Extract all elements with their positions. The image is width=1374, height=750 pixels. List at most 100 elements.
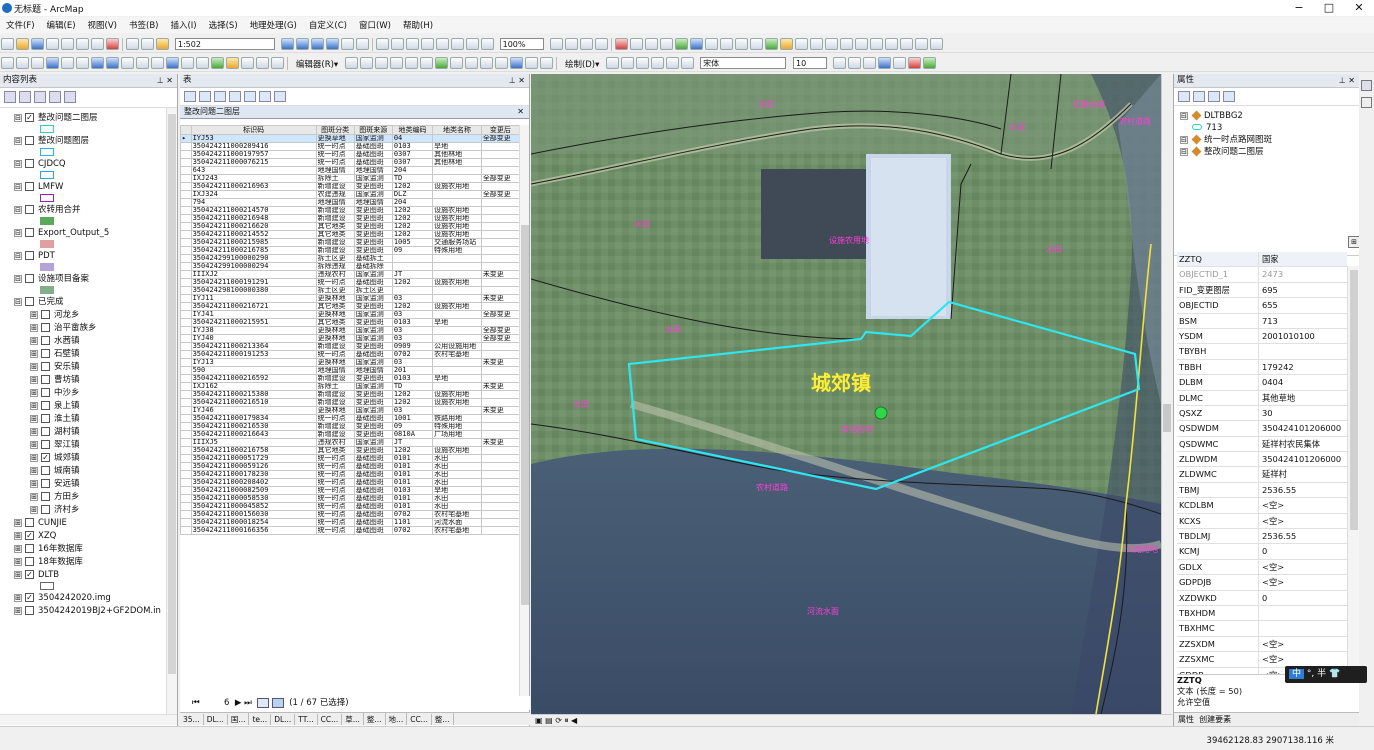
- toc-town-row[interactable]: ⊞ 济村乡: [30, 504, 80, 516]
- row-selector[interactable]: [180, 510, 192, 519]
- table-cell[interactable]: 国家监测: [353, 310, 393, 319]
- table-cell[interactable]: 变更图斑: [353, 222, 393, 231]
- table-cell[interactable]: IIIXJ2: [190, 270, 317, 279]
- table-cell[interactable]: [480, 446, 520, 455]
- table-cell[interactable]: 统一时点: [315, 470, 355, 479]
- expand-toggle-icon[interactable]: ⊞: [30, 479, 38, 488]
- expand-toggle-icon[interactable]: ⊞: [30, 362, 38, 371]
- table-cell[interactable]: 变更图斑: [353, 182, 393, 191]
- property-value[interactable]: <空>: [1259, 652, 1347, 666]
- table-cell[interactable]: 350424211000213364: [190, 342, 317, 351]
- property-value[interactable]: 655: [1259, 298, 1347, 312]
- table-cell[interactable]: 旱地: [432, 486, 482, 495]
- menu-bookmarks[interactable]: 书签(B): [123, 17, 164, 33]
- table-cell[interactable]: 设施农用地: [432, 206, 482, 215]
- identify-icon[interactable]: [166, 57, 179, 69]
- table-cell[interactable]: [432, 358, 482, 367]
- table-cell[interactable]: [480, 278, 520, 287]
- table-row[interactable]: 350424211000051729 统一时点 基础图斑 0101 水田: [180, 454, 520, 463]
- table-cell[interactable]: 0702: [391, 526, 434, 535]
- table-cell[interactable]: 基础图斑: [353, 150, 393, 159]
- table-cell[interactable]: 统一时点: [315, 526, 355, 535]
- table-cell[interactable]: 河流水面: [432, 518, 482, 527]
- table-cell[interactable]: 更换林地: [315, 310, 355, 319]
- toc-layer-row[interactable]: ⊟ 已完成: [14, 296, 64, 308]
- row-selector[interactable]: [180, 390, 192, 399]
- table-cell[interactable]: 1202: [391, 222, 434, 231]
- expand-toggle-icon[interactable]: ⊟: [14, 113, 22, 122]
- table-cell[interactable]: 0810A: [391, 430, 434, 439]
- property-value[interactable]: 2473: [1259, 267, 1347, 281]
- table-row[interactable]: IXJ162 拆除土 国家监测 TD 未变更: [180, 382, 520, 391]
- property-value[interactable]: 延祥村农民集体: [1259, 437, 1347, 451]
- editor-menu[interactable]: 编辑器(R)▾: [296, 58, 338, 70]
- property-value[interactable]: <空>: [1259, 637, 1347, 651]
- toc-town-row[interactable]: ⊞ 治平畲族乡: [30, 322, 97, 334]
- table-cell[interactable]: 0103: [391, 318, 434, 327]
- marker-color-icon[interactable]: [922, 57, 936, 69]
- measure-icon[interactable]: [196, 57, 209, 69]
- select-by-attributes-icon[interactable]: [214, 91, 226, 102]
- table-cell[interactable]: 设施农用地: [432, 222, 482, 231]
- table-cell[interactable]: 0909: [391, 342, 434, 351]
- expand-toggle-icon[interactable]: ⊞: [30, 440, 38, 449]
- table-cell[interactable]: 新增建设: [315, 422, 355, 431]
- map-vertical-scrollbar[interactable]: [1161, 74, 1172, 714]
- table-cell[interactable]: IYJ40: [190, 334, 317, 343]
- feature-tree-node[interactable]: 713: [1192, 122, 1222, 134]
- table-cell[interactable]: 350424211000216758: [190, 446, 317, 455]
- table-layer-tab[interactable]: 整改问题二图层 ✕: [180, 106, 529, 119]
- table-cell[interactable]: 350424211000178230: [190, 470, 317, 479]
- table-cell[interactable]: 变更图斑: [353, 342, 393, 351]
- table-cell[interactable]: 违规农村: [315, 270, 355, 279]
- property-row[interactable]: YSDM 2001010100: [1177, 328, 1347, 345]
- menu-edit[interactable]: 编辑(E): [41, 17, 82, 33]
- table-tab[interactable]: 整...: [432, 713, 454, 725]
- sort-alphabetical-icon[interactable]: [1193, 91, 1205, 102]
- layer-symbol-icon[interactable]: [40, 286, 54, 294]
- table-cell[interactable]: 基础图斑: [353, 518, 393, 527]
- table-cell[interactable]: 统一时点: [315, 494, 355, 503]
- hyperlink-icon[interactable]: [226, 57, 239, 69]
- zoom-out-icon[interactable]: [16, 57, 29, 69]
- table-cell[interactable]: 1202: [391, 182, 434, 191]
- table-cell[interactable]: 基础图斑: [353, 158, 393, 167]
- ime-chinese-mode[interactable]: 中: [1289, 669, 1305, 679]
- menu-geoprocessing[interactable]: 地理处理(G): [244, 17, 303, 33]
- table-tab[interactable]: 地...: [386, 713, 408, 725]
- toc-town-row[interactable]: ⊞ 城南镇: [30, 465, 80, 477]
- expand-toggle-icon[interactable]: ⊞: [30, 414, 38, 423]
- toc-layer-row[interactable]: ⊞ CUNJIE: [14, 517, 67, 529]
- table-cell[interactable]: 350424211000045852: [190, 502, 317, 511]
- table-cell[interactable]: 变更图斑: [353, 238, 393, 247]
- layer-symbol-icon[interactable]: [40, 171, 54, 179]
- table-cell[interactable]: [432, 294, 482, 303]
- property-value[interactable]: 713: [1259, 314, 1347, 328]
- toc-layer-row[interactable]: ⊟ ✓ 整改问题二图层: [14, 112, 98, 124]
- table-tab[interactable]: 国...: [228, 713, 250, 725]
- row-selector[interactable]: [180, 406, 192, 415]
- table-cell[interactable]: 新增建设: [315, 246, 355, 255]
- toc-town-row[interactable]: ⊞ 中沙乡: [30, 387, 80, 399]
- table-cell[interactable]: 201: [391, 366, 434, 375]
- toc-town-row[interactable]: ⊞ 曹坊镇: [30, 374, 80, 386]
- table-cell[interactable]: 350424211000216785: [190, 246, 317, 255]
- row-selector[interactable]: [180, 174, 192, 183]
- table-tab[interactable]: 35...: [180, 714, 204, 725]
- table-cell[interactable]: 1001: [391, 414, 434, 423]
- table-row[interactable]: 350424211000082509 统一时点 基础图斑 0103 旱地: [180, 486, 520, 495]
- spatial-adjust-icon[interactable]: [674, 38, 688, 50]
- table-cell[interactable]: 设施农用地: [432, 390, 482, 399]
- table-tab[interactable]: te...: [249, 714, 272, 725]
- show-all-records-icon[interactable]: [257, 697, 270, 708]
- table-cell[interactable]: [480, 454, 520, 463]
- pan-icon[interactable]: [31, 57, 44, 69]
- table-row[interactable]: 590 地理国情 地理国情 201: [180, 366, 520, 375]
- table-cell[interactable]: 设施农用地: [432, 230, 482, 239]
- table-cell[interactable]: 新增建设: [315, 374, 355, 383]
- underline-icon[interactable]: [862, 57, 876, 69]
- row-selector[interactable]: [180, 366, 192, 375]
- table-cell[interactable]: 590: [190, 366, 317, 375]
- table-cell[interactable]: 其它地类: [315, 230, 355, 239]
- column-header[interactable]: 图斑来源: [353, 125, 393, 135]
